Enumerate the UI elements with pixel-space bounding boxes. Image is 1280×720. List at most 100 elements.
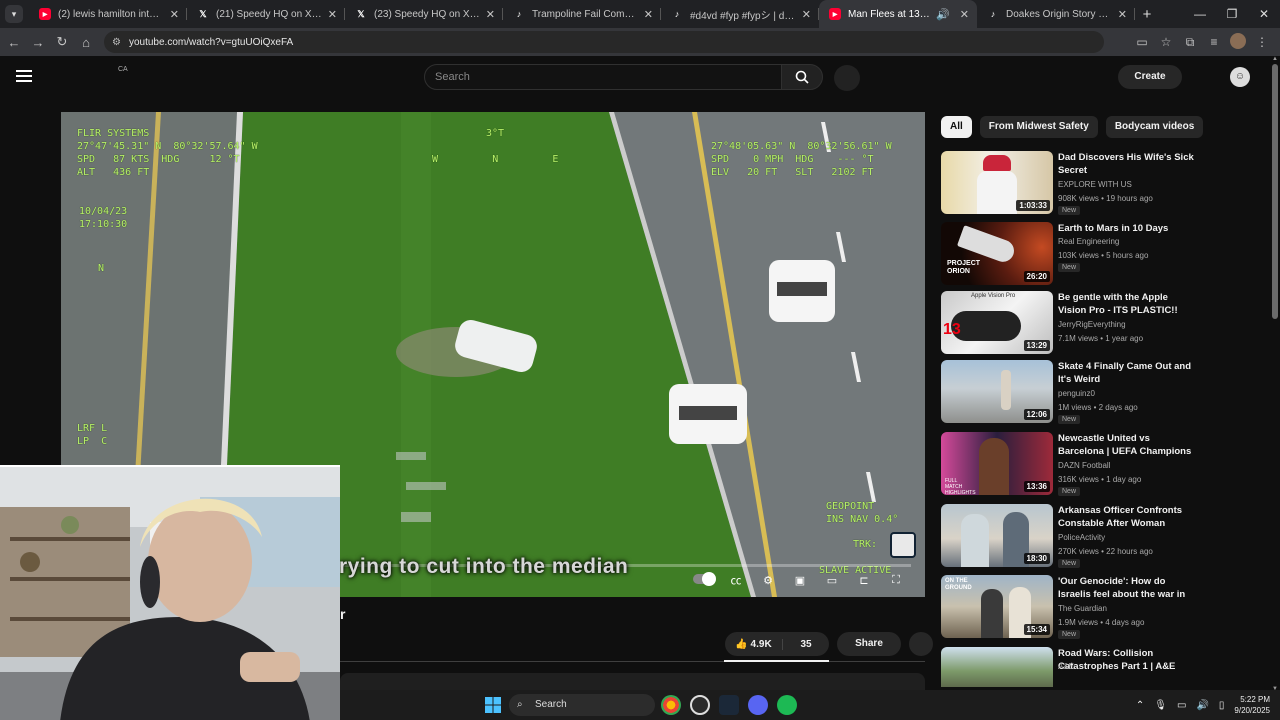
rec-channel[interactable]: penguinz0 (1058, 389, 1095, 398)
rec-channel[interactable]: DAZN Football (1058, 461, 1110, 470)
recommendation-item[interactable]: 12:06 Skate 4 Finally Came Out and It's … (941, 360, 1261, 426)
taskbar-clock[interactable]: 5:22 PM 9/20/2025 (1234, 694, 1270, 716)
windows-start-icon[interactable] (483, 695, 503, 715)
speaker-icon[interactable]: 🔊 (936, 8, 950, 21)
home-icon[interactable]: ⌂ (74, 35, 98, 50)
video-thumbnail[interactable]: 18:30 (941, 504, 1053, 567)
tab-6[interactable]: ♪ Doakes Origin Story _ James Do ✕ (977, 0, 1135, 28)
chip-channel[interactable]: From Midwest Safety (979, 116, 1098, 138)
tab-2[interactable]: 𝕏 (23) Speedy HQ on X: " 🏎 | WAT ✕ (345, 0, 503, 28)
reload-icon[interactable]: ↻ (50, 34, 74, 50)
rec-channel[interactable]: The Guardian (1058, 604, 1107, 613)
video-thumbnail[interactable]: Apple Vision Pro 13 13:29 (941, 291, 1053, 354)
tab-1[interactable]: 𝕏 (21) Speedy HQ on X: " 🏎 | WAT ✕ (187, 0, 345, 28)
recommendation-item[interactable]: Apple Vision Pro 13 13:29 Be gentle with… (941, 291, 1261, 357)
recommendation-item[interactable]: 18:30 Arkansas Officer Confronts Constab… (941, 504, 1261, 570)
close-window-button[interactable]: ✕ (1248, 0, 1280, 28)
rec-title[interactable]: Be gentle with the Apple Vision Pro - IT… (1058, 291, 1198, 317)
hamburger-menu-icon[interactable] (16, 70, 32, 82)
video-thumbnail[interactable]: 12:06 (941, 360, 1053, 423)
url-field[interactable]: ⚙ youtube.com/watch?v=gtuUOiQxeFA (104, 31, 1104, 53)
video-thumbnail[interactable]: PROJECT ORION 26:20 (941, 222, 1053, 285)
recommendation-item[interactable]: PROJECT ORION 26:20 Earth to Mars in 10 … (941, 222, 1261, 288)
rec-title[interactable]: Newcastle United vs Barcelona | UEFA Cha… (1058, 432, 1198, 458)
share-button[interactable]: Share (837, 632, 901, 656)
app-icon[interactable] (690, 695, 710, 715)
subtitles-cc-icon[interactable]: ㏄ (723, 572, 749, 588)
new-tab-button[interactable]: + (1135, 6, 1159, 23)
maximize-button[interactable]: ❐ (1216, 0, 1248, 28)
steam-icon[interactable] (719, 695, 739, 715)
tab-close-icon[interactable]: ✕ (170, 8, 179, 21)
video-thumbnail[interactable]: 1:03:33 (941, 151, 1053, 214)
miniplayer-icon[interactable]: ▣ (787, 574, 813, 587)
discord-icon[interactable] (748, 695, 768, 715)
cast-icon[interactable]: ▭ (1130, 35, 1154, 49)
taskbar-search[interactable]: ⌕ Search (509, 694, 655, 716)
search-input[interactable]: Search (424, 64, 782, 90)
bookmark-star-icon[interactable]: ☆ (1154, 35, 1178, 49)
chrome-icon[interactable] (661, 695, 681, 715)
more-actions-button[interactable] (909, 632, 933, 656)
rec-title[interactable]: Road Wars: Collision Catastrophes Part 1… (1058, 647, 1198, 673)
video-thumbnail[interactable]: ON THE GROUND 15:34 (941, 575, 1053, 638)
site-info-icon[interactable]: ⚙ (112, 37, 121, 48)
rec-channel[interactable]: EXPLORE WITH US (1058, 180, 1132, 189)
autoplay-toggle[interactable] (691, 571, 717, 587)
extensions-icon[interactable]: ⧉ (1178, 35, 1202, 50)
forward-arrow-icon[interactable]: → (26, 35, 50, 50)
rec-title[interactable]: Skate 4 Finally Came Out and It's Weird (1058, 360, 1198, 386)
tab-close-icon[interactable]: ✕ (1118, 8, 1127, 21)
tab-close-icon[interactable]: ✕ (802, 8, 811, 21)
search-button[interactable] (781, 64, 823, 90)
rec-title[interactable]: Arkansas Officer Confronts Constable Aft… (1058, 504, 1198, 530)
recommendation-item[interactable]: Road Wars: Collision Catastrophes Part 1… (941, 647, 1261, 687)
recommendation-item[interactable]: FULL MATCH HIGHLIGHTS 13:36 Newcastle Un… (941, 432, 1261, 498)
scrollbar-thumb[interactable] (1272, 64, 1278, 319)
rec-channel[interactable]: A&E (1058, 662, 1074, 671)
tray-chevron-icon[interactable]: ⌃ (1136, 700, 1144, 711)
user-avatar[interactable]: ☺ (1230, 67, 1250, 87)
network-icon[interactable]: ▭ (1177, 700, 1186, 711)
recommendation-item[interactable]: 1:03:33 Dad Discovers His Wife's Sick Se… (941, 151, 1261, 217)
like-button[interactable]: 👍 4.9K (725, 638, 783, 650)
rec-channel[interactable]: Real Engineering (1058, 237, 1119, 246)
cast-icon[interactable]: ⊏ (851, 574, 877, 587)
voice-search-button[interactable] (834, 65, 860, 91)
theater-mode-icon[interactable]: ▭ (819, 574, 845, 587)
profile-avatar[interactable] (1226, 32, 1250, 52)
settings-gear-icon[interactable]: ⚙ (755, 574, 781, 587)
rec-channel[interactable]: JerryRigEverything (1058, 320, 1126, 329)
video-thumbnail[interactable]: FULL MATCH HIGHLIGHTS 13:36 (941, 432, 1053, 495)
tab-search-button[interactable]: ▾ (5, 5, 23, 23)
menu-dots-icon[interactable]: ⋮ (1250, 35, 1274, 49)
tab-4[interactable]: ♪ #d4vd #fyp #fypシ | d4vd | TikTo ✕ (661, 0, 819, 28)
tab-close-icon[interactable]: ✕ (486, 8, 495, 21)
rec-title[interactable]: Dad Discovers His Wife's Sick Secret (1058, 151, 1198, 177)
chip-all[interactable]: All (941, 116, 972, 138)
rec-title[interactable]: Earth to Mars in 10 Days (1058, 222, 1198, 235)
scroll-up-arrow[interactable]: ▲ (1272, 56, 1278, 62)
tab-5-active[interactable]: ▶ Man Flees at 133mph After 🔊 ✕ (819, 0, 977, 28)
dislike-count[interactable]: 35 (783, 639, 829, 650)
video-thumbnail[interactable] (941, 647, 1053, 687)
tab-close-icon[interactable]: ✕ (960, 8, 969, 21)
rec-channel[interactable]: PoliceActivity (1058, 533, 1105, 542)
spotify-icon[interactable] (777, 695, 797, 715)
fullscreen-icon[interactable]: ⛶ (883, 574, 909, 587)
create-button[interactable]: Create (1118, 65, 1182, 89)
microphone-icon[interactable]: 🎙 (1154, 700, 1167, 711)
tab-close-icon[interactable]: ✕ (328, 8, 337, 21)
tab-close-icon[interactable]: ✕ (644, 8, 653, 21)
chip-bodycam[interactable]: Bodycam videos (1105, 116, 1204, 138)
volume-icon[interactable]: 🔊 (1196, 700, 1208, 711)
minimize-button[interactable]: — (1184, 0, 1216, 28)
tab-0[interactable]: ▶ (2) lewis hamilton interview - Yo ✕ (29, 0, 187, 28)
tab-3[interactable]: ♪ Trampoline Fail Compilation: Ho ✕ (503, 0, 661, 28)
back-arrow-icon[interactable]: ← (2, 35, 26, 50)
battery-icon[interactable]: ▯ (1219, 700, 1225, 711)
media-controls-icon[interactable]: ≡ (1202, 35, 1226, 49)
recommendation-item[interactable]: ON THE GROUND 15:34 'Our Genocide': How … (941, 575, 1261, 641)
page-scrollbar[interactable]: ▲ ▼ (1270, 56, 1280, 692)
rec-title[interactable]: 'Our Genocide': How do Israelis feel abo… (1058, 575, 1198, 601)
